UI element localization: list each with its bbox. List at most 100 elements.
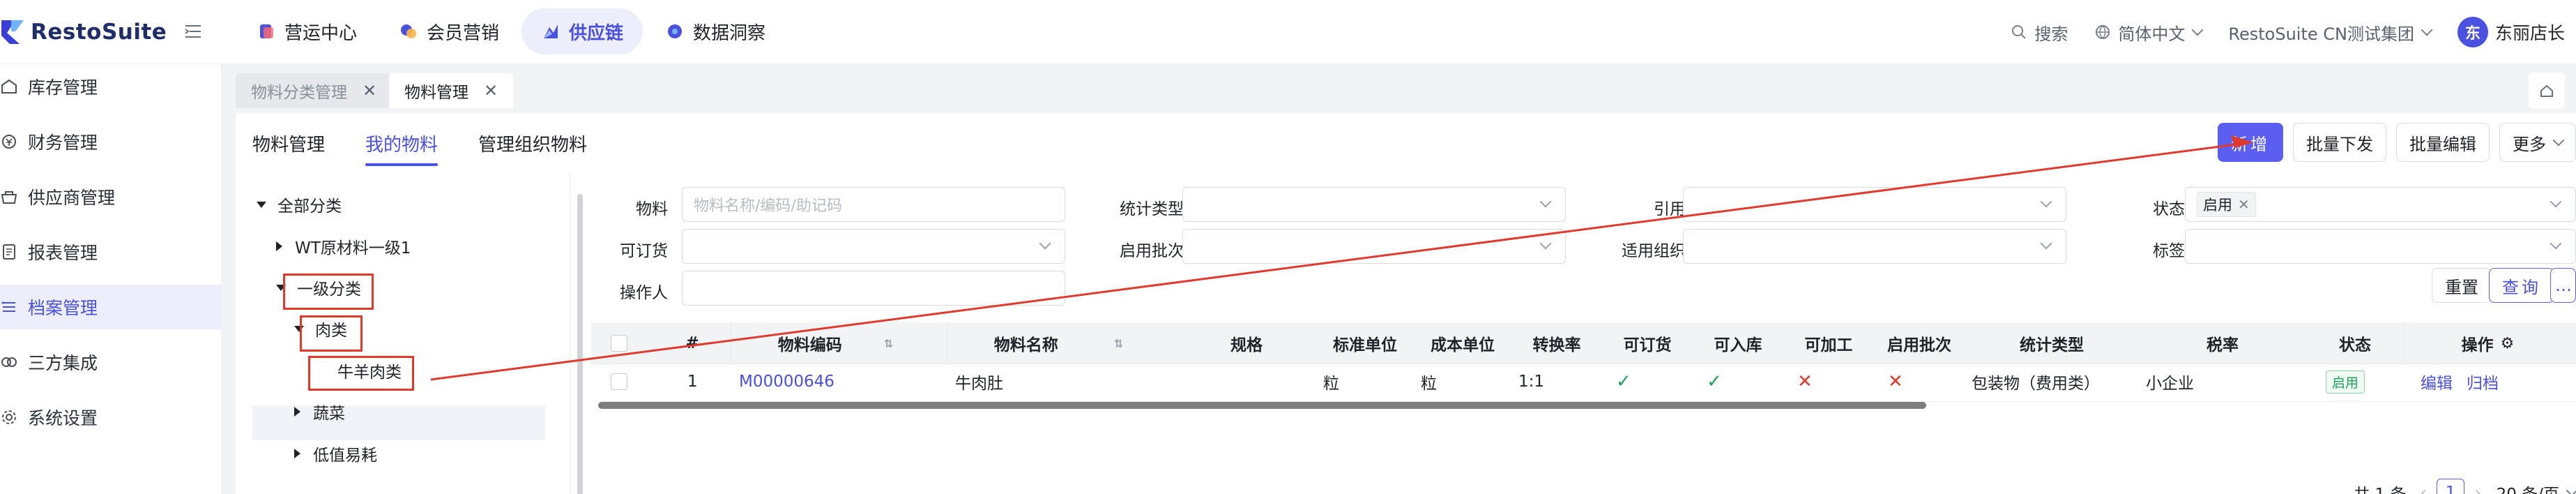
cell-cost-unit: 粒 (1421, 375, 1437, 393)
sort-icon[interactable]: ⇅ (884, 337, 893, 350)
filter-label-tag: 标签 (2153, 242, 2185, 260)
archive-link[interactable]: 归档 (2467, 364, 2499, 399)
sort-icon[interactable]: ⇅ (1114, 337, 1123, 350)
status-filter-tag[interactable]: 启用 ✕ (2197, 192, 2256, 217)
chevron-down-icon (2191, 24, 2204, 36)
pagination: 共 1 条 ‹ 1 › 20 条/页 (2354, 476, 2576, 494)
org-select[interactable]: RestoSuite CN测试集团 (2228, 20, 2433, 45)
chevron-down-icon (2040, 195, 2052, 208)
close-icon[interactable]: ✕ (484, 81, 498, 100)
column-header: 统计类型 (2020, 336, 2084, 354)
nav-supply-chain[interactable]: 供应链 (521, 8, 643, 54)
close-icon[interactable]: ✕ (363, 81, 376, 100)
table-header: # 物料编码 ⇅ 物料名称 ⇅ 规格 标准单位 成本单位 转换率 可订货 可入库 可… (591, 322, 2576, 364)
edit-link[interactable]: 编辑 (2421, 364, 2453, 399)
sidebar-item-integration[interactable]: 三方集成 (0, 340, 222, 384)
material-search-input[interactable]: 物料名称/编码/助记码 (682, 187, 1065, 222)
reset-button[interactable]: 重置 (2432, 268, 2492, 303)
row-checkbox[interactable] (611, 364, 627, 399)
supplier-icon (0, 188, 18, 206)
column-header-name[interactable]: 物料名称 ⇅ (947, 322, 1170, 364)
sidebar-item-archive[interactable]: 档案管理 (0, 285, 222, 329)
table-horizontal-scrollbar[interactable] (598, 402, 1926, 409)
chevron-down-icon (2552, 134, 2565, 147)
stat-type-select[interactable] (1182, 187, 1566, 222)
query-button[interactable]: 查询 (2489, 268, 2554, 303)
column-header: # (685, 334, 699, 352)
sidebar-item-report[interactable]: 报表管理 (0, 230, 222, 274)
ellipsis-icon[interactable]: … (2550, 268, 2576, 303)
caret-right-icon[interactable] (276, 241, 282, 251)
search-button[interactable]: 搜索 (2011, 20, 2068, 45)
nav-data-insight[interactable]: 数据洞察 (646, 8, 785, 54)
tab-material-category[interactable]: 物料分类管理 ✕ (236, 73, 393, 108)
tree-node[interactable]: WT原材料一级1 (276, 229, 411, 264)
caret-down-icon[interactable] (257, 201, 266, 208)
language-select[interactable]: 简体中文 (2094, 20, 2204, 45)
tree-node[interactable]: 蔬菜 (294, 394, 345, 429)
column-header-actions: 操作 ⚙ (2404, 322, 2571, 364)
filter-label-orderable: 可订货 (620, 242, 668, 260)
settings-icon (0, 408, 18, 426)
chevron-down-icon (1039, 237, 1051, 250)
nav-operations[interactable]: 营运中心 (237, 8, 376, 54)
caret-right-icon[interactable] (294, 407, 300, 417)
batch-distribute-button[interactable]: 批量下发 (2293, 123, 2386, 162)
tag-select[interactable] (2185, 229, 2576, 264)
column-header: 税率 (2207, 336, 2239, 354)
batch-edit-button[interactable]: 批量编辑 (2396, 123, 2490, 162)
column-header: 启用批次 (1887, 336, 1951, 354)
tab-org-material[interactable]: 管理组织物料 (462, 113, 604, 173)
cross-icon: ✕ (1888, 371, 1903, 392)
annotation-box (283, 274, 374, 310)
filter-form: 物料 物料名称/编码/助记码 统计类型 引用 状态 启用 ✕ 可订货 启用批次 适… (584, 173, 2576, 323)
table-row[interactable]: 1 M00000646 牛肉肚 粒 粒 1:1 ✓ ✓ ✕ ✕ 包装物（费用类）… (591, 364, 2576, 402)
chevron-down-icon (2421, 24, 2433, 36)
tab-material-management[interactable]: 物料管理 ✕ (389, 73, 514, 108)
nav-member-marketing[interactable]: 会员营销 (379, 8, 519, 54)
sidebar-item-inventory[interactable]: 库存管理 (0, 64, 222, 109)
filter-label-reference: 引用 (1654, 200, 1686, 218)
sidebar-item-finance[interactable]: 财务管理 (0, 119, 222, 164)
reference-select[interactable] (1683, 187, 2066, 222)
orderable-select[interactable] (682, 229, 1065, 264)
tree-scrollbar[interactable] (577, 194, 583, 494)
sidebar-item-supplier[interactable]: 供应商管理 (0, 174, 222, 219)
tab-material[interactable]: 物料管理 (236, 113, 342, 173)
app-name: RestoSuite (31, 20, 167, 45)
status-select[interactable]: 启用 ✕ (2185, 187, 2576, 222)
sidebar-item-settings[interactable]: 系统设置 (0, 395, 222, 440)
batch-select[interactable] (1182, 229, 1566, 264)
report-icon (0, 243, 18, 261)
caret-right-icon[interactable] (294, 449, 300, 458)
cell-code-link[interactable]: M00000646 (739, 364, 834, 399)
cell-std-unit: 粒 (1323, 375, 1339, 393)
tree-node-root[interactable]: 全部分类 (257, 187, 342, 222)
select-all-checkbox[interactable] (605, 322, 633, 364)
status-badge: 启用 (2326, 364, 2365, 399)
column-header-code[interactable]: 物料编码 ⇅ (731, 322, 940, 364)
tab-menu-button[interactable] (2529, 73, 2565, 109)
next-page-icon[interactable]: › (2474, 483, 2481, 494)
chevron-down-icon (1539, 195, 1552, 208)
logo[interactable]: RestoSuite (0, 14, 167, 50)
gear-icon[interactable]: ⚙ (2501, 335, 2515, 352)
tree-node[interactable]: 低值易耗 (294, 436, 377, 471)
cell-name: 牛肉肚 (955, 375, 1003, 393)
user-menu[interactable]: 东 东丽店长 (2457, 17, 2565, 47)
page-number-button[interactable]: 1 (2437, 479, 2465, 494)
check-icon: ✓ (1616, 371, 1631, 392)
new-button[interactable]: 新增 (2218, 123, 2283, 162)
operator-input[interactable] (682, 271, 1065, 306)
prev-page-icon[interactable]: ‹ (2420, 483, 2427, 494)
action-buttons: 新增 批量下发 批量编辑 更多 (2208, 123, 2576, 162)
org-select-filter[interactable] (1683, 229, 2066, 264)
material-table: # 物料编码 ⇅ 物料名称 ⇅ 规格 标准单位 成本单位 转换率 可订货 可入库 可… (591, 322, 2576, 427)
close-icon[interactable]: ✕ (2238, 196, 2250, 213)
more-button[interactable]: 更多 (2499, 123, 2576, 162)
column-header: 可订货 (1623, 336, 1672, 354)
page-size-select[interactable]: 20 条/页 (2497, 481, 2576, 494)
tab-my-material[interactable]: 我的物料 (349, 113, 455, 173)
pager-total: 共 1 条 (2354, 481, 2406, 494)
menu-collapse-icon[interactable] (183, 21, 204, 42)
